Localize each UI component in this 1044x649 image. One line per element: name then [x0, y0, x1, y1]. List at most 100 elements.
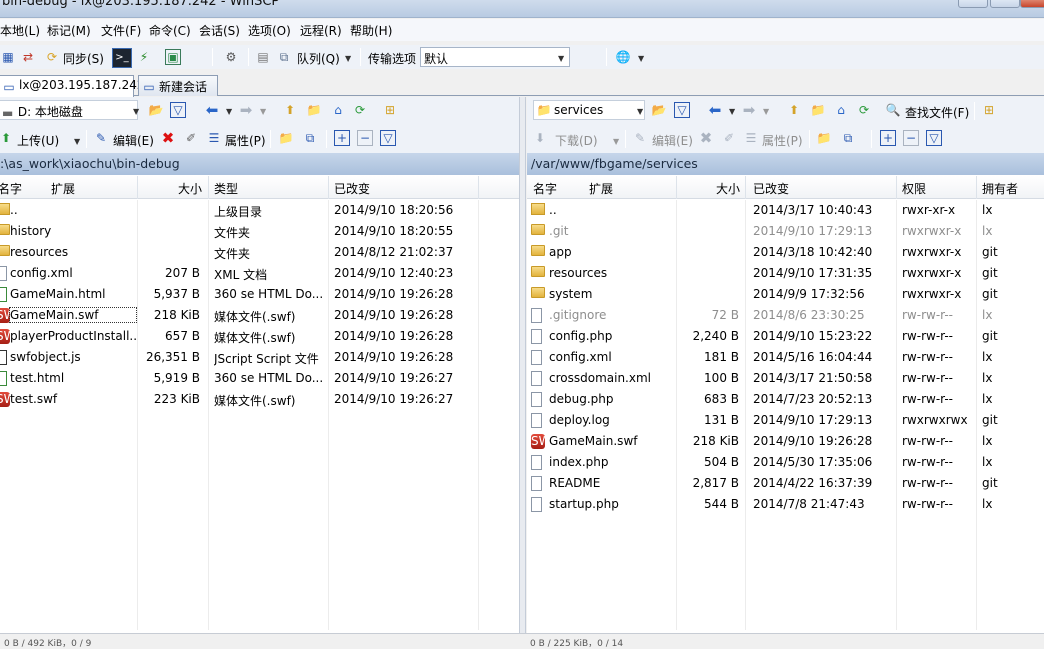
- download-icon[interactable]: ⬇: [532, 130, 548, 146]
- table-row[interactable]: .git 2014/9/10 17:29:13 rwxrwxr-x lx: [527, 221, 1044, 242]
- minimize-button[interactable]: [958, 0, 988, 8]
- grid-icon[interactable]: ▦: [0, 49, 16, 65]
- upload-icon[interactable]: ⬆: [0, 130, 14, 146]
- console-icon[interactable]: >_: [112, 48, 132, 68]
- download-button[interactable]: 下载(D): [555, 132, 598, 149]
- copy-icon[interactable]: ⧉: [302, 130, 318, 146]
- table-row[interactable]: swfobject.js 26,351 B JScript Script 文件 201…: [0, 347, 519, 368]
- putty-icon[interactable]: ⚡: [136, 49, 152, 65]
- compare-icon[interactable]: ⇄: [20, 49, 36, 65]
- tree-icon[interactable]: ⊞: [382, 102, 398, 118]
- properties-icon[interactable]: ☰: [743, 130, 759, 146]
- table-row[interactable]: resources 2014/9/10 17:31:35 rwxrwxr-x git: [527, 263, 1044, 284]
- properties-icon[interactable]: ☰: [206, 130, 222, 146]
- table-row[interactable]: GameMain.html 5,937 B 360 se HTML Do... 201…: [0, 284, 519, 305]
- col-ext[interactable]: 扩展: [589, 180, 613, 197]
- find-icon[interactable]: 🔍: [885, 102, 901, 118]
- col-size[interactable]: 大小: [716, 180, 740, 197]
- col-size[interactable]: 大小: [178, 180, 202, 197]
- drive-select[interactable]: ▬ D: 本地磁盘: [0, 100, 138, 120]
- filter-icon[interactable]: ▽: [170, 102, 186, 118]
- table-row[interactable]: debug.php 683 B 2014/7/23 20:52:13 rw-rw-r-…: [527, 389, 1044, 410]
- remote-edit-button[interactable]: 编辑(E): [652, 132, 693, 149]
- col-name[interactable]: 名字: [0, 180, 22, 197]
- minus-icon[interactable]: −: [903, 130, 919, 146]
- table-row[interactable]: crossdomain.xml 100 B 2014/3/17 21:50:58 rw…: [527, 368, 1044, 389]
- menu-session[interactable]: 会话(S): [199, 22, 240, 39]
- remote-path-bar[interactable]: /var/www/fbgame/services: [527, 153, 1044, 175]
- edit-icon[interactable]: ✎: [632, 130, 648, 146]
- delete-icon[interactable]: ✖: [160, 130, 176, 146]
- table-row[interactable]: SWF GameMain.swf 218 KiB 2014/9/10 19:26:28…: [527, 431, 1044, 452]
- menu-help[interactable]: 帮助(H): [350, 22, 392, 39]
- table-row[interactable]: .. 2014/3/17 10:40:43 rwxr-xr-x lx: [527, 200, 1044, 221]
- open-folder-icon[interactable]: 📂: [148, 102, 164, 118]
- col-modified[interactable]: 已改变: [753, 180, 789, 197]
- chevron-down-icon[interactable]: ▼: [638, 54, 644, 63]
- table-row[interactable]: app 2014/3/18 10:42:40 rwxrwxr-x git: [527, 242, 1044, 263]
- queue-doc-icon[interactable]: ▤: [255, 49, 271, 65]
- minus-icon[interactable]: −: [357, 130, 373, 146]
- close-button[interactable]: [1020, 0, 1044, 8]
- menu-remote[interactable]: 远程(R): [300, 22, 342, 39]
- invert-selection-icon[interactable]: ▽: [926, 130, 942, 146]
- menu-file[interactable]: 文件(F): [101, 22, 141, 39]
- table-row[interactable]: system 2014/9/9 17:32:56 rwxrwxr-x git: [527, 284, 1044, 305]
- edit-icon[interactable]: ✎: [93, 130, 109, 146]
- back-icon[interactable]: ⬅: [204, 102, 220, 118]
- globe-icon[interactable]: 🌐: [615, 49, 631, 65]
- refresh-icon[interactable]: ⟳: [352, 102, 368, 118]
- gear-icon[interactable]: ⚙: [223, 49, 239, 65]
- remote-properties-button[interactable]: 属性(P): [762, 132, 803, 149]
- tree-icon[interactable]: ⊞: [981, 102, 997, 118]
- transfer-options-select[interactable]: 默认: [420, 47, 570, 67]
- chevron-down-icon[interactable]: ▼: [260, 107, 266, 116]
- root-dir-icon[interactable]: 📁: [306, 102, 322, 118]
- table-row[interactable]: SWFtest.swf 223 KiB 媒体文件(.swf) 2014/9/10 19…: [0, 389, 519, 410]
- tab-session[interactable]: ▭ lx@203.195.187.242: [0, 75, 145, 97]
- home-icon[interactable]: ⌂: [330, 102, 346, 118]
- plus-icon[interactable]: +: [880, 130, 896, 146]
- menu-mark[interactable]: 标记(M): [47, 22, 91, 39]
- invert-selection-icon[interactable]: ▽: [380, 130, 396, 146]
- plus-icon[interactable]: +: [334, 130, 350, 146]
- table-row[interactable]: config.xml 181 B 2014/5/16 16:04:44 rw-rw-r…: [527, 347, 1044, 368]
- table-row[interactable]: config.xml 207 B XML 文档 2014/9/10 12:40:23: [0, 263, 519, 284]
- chevron-down-icon[interactable]: ▼: [637, 107, 643, 116]
- table-row[interactable]: README 2,817 B 2014/4/22 16:37:39 rw-rw-r--…: [527, 473, 1044, 494]
- forward-icon[interactable]: ➡: [238, 102, 254, 118]
- filter-icon[interactable]: ▽: [674, 102, 690, 118]
- forward-icon[interactable]: ➡: [741, 102, 757, 118]
- chevron-down-icon[interactable]: ▼: [763, 107, 769, 116]
- chevron-down-icon[interactable]: ▼: [133, 107, 139, 116]
- rename-icon[interactable]: ✐: [183, 130, 199, 146]
- properties-button[interactable]: 属性(P): [225, 132, 266, 149]
- chevron-down-icon[interactable]: ▼: [345, 54, 351, 63]
- chevron-down-icon[interactable]: ▼: [74, 137, 80, 146]
- panel-splitter[interactable]: [519, 97, 526, 643]
- parent-dir-icon[interactable]: ⬆: [282, 102, 298, 118]
- chevron-down-icon[interactable]: ▼: [613, 137, 619, 146]
- new-folder-icon[interactable]: 📁: [816, 130, 832, 146]
- menu-local[interactable]: 本地(L): [0, 22, 40, 39]
- col-owner[interactable]: 拥有者: [982, 180, 1018, 197]
- delete-icon[interactable]: ✖: [698, 130, 714, 146]
- tab-new-session[interactable]: ▭ 新建会话: [138, 75, 218, 96]
- sync-icon[interactable]: ⟳: [44, 49, 60, 65]
- root-dir-icon[interactable]: 📁: [810, 102, 826, 118]
- chevron-down-icon[interactable]: ▼: [729, 107, 735, 116]
- chevron-down-icon[interactable]: ▼: [226, 107, 232, 116]
- menu-options[interactable]: 选项(O): [248, 22, 291, 39]
- upload-button[interactable]: 上传(U): [17, 132, 59, 149]
- open-folder-icon[interactable]: 📂: [651, 102, 667, 118]
- table-row[interactable]: deploy.log 131 B 2014/9/10 17:29:13 rwxrwxr…: [527, 410, 1044, 431]
- queue-button[interactable]: 队列(Q): [297, 50, 340, 67]
- table-row[interactable]: SWFGameMain.swf 218 KiB 媒体文件(.swf) 2014/9/1…: [0, 305, 519, 326]
- table-row[interactable]: history 文件夹 2014/9/10 18:20:55: [0, 221, 519, 242]
- new-folder-icon[interactable]: 📁: [278, 130, 294, 146]
- copy-icon[interactable]: ⧉: [840, 130, 856, 146]
- table-row[interactable]: test.html 5,919 B 360 se HTML Do... 2014/9/…: [0, 368, 519, 389]
- col-permissions[interactable]: 权限: [902, 180, 926, 197]
- col-type[interactable]: 类型: [214, 180, 238, 197]
- table-row[interactable]: .. 上级目录 2014/9/10 18:20:56: [0, 200, 519, 221]
